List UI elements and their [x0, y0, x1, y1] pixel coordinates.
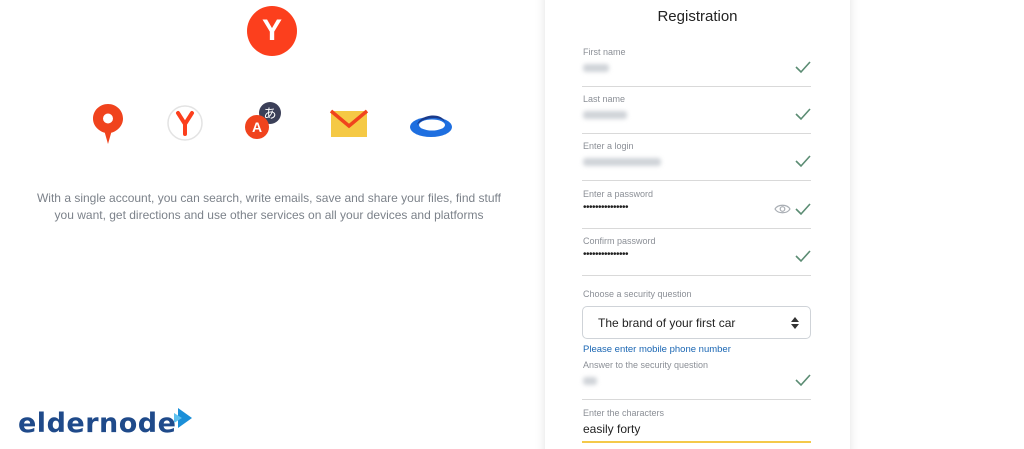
check-icon — [795, 203, 811, 216]
eldernode-arrow-icon — [174, 408, 193, 428]
confirm-password-field[interactable]: Confirm password ••••••••••••••• — [582, 236, 811, 276]
login-label: Enter a login — [583, 141, 634, 151]
login-field[interactable]: Enter a login — [582, 141, 811, 181]
check-icon — [795, 108, 811, 121]
check-icon — [795, 61, 811, 74]
translate-icon: あ A — [245, 102, 281, 139]
mail-icon — [329, 109, 369, 137]
eldernode-watermark: eldernode — [18, 406, 198, 440]
security-answer-value-blurred — [583, 377, 597, 385]
registration-page: Y あ A With a single account, you can sea… — [0, 0, 1024, 449]
check-icon — [795, 155, 811, 168]
yandex-browser-icon — [167, 105, 203, 141]
security-question-label: Choose a security question — [583, 289, 692, 299]
security-answer-field[interactable]: Answer to the security question — [582, 360, 811, 400]
last-name-field[interactable]: Last name — [582, 94, 811, 134]
last-name-label: Last name — [583, 94, 626, 104]
registration-card: Registration First name Last name Enter … — [545, 0, 850, 449]
password-value: ••••••••••••••• — [583, 202, 629, 213]
check-icon — [795, 374, 811, 387]
last-name-value-blurred — [583, 111, 627, 119]
captcha-field[interactable]: Enter the characters easily forty — [582, 408, 811, 443]
first-name-field[interactable]: First name — [582, 47, 811, 87]
security-answer-label: Answer to the security question — [583, 360, 709, 370]
captcha-value: easily forty — [583, 422, 641, 436]
svg-text:A: A — [252, 119, 262, 135]
select-updown-icon — [791, 317, 799, 329]
yandex-logo-letter: Y — [261, 14, 282, 47]
confirm-password-label: Confirm password — [583, 236, 656, 246]
registration-title: Registration — [657, 8, 738, 25]
security-question-value: The brand of your first car — [598, 316, 736, 330]
login-value-blurred — [583, 158, 661, 166]
first-name-label: First name — [583, 47, 626, 57]
services-row: あ A — [0, 100, 500, 146]
captcha-label: Enter the characters — [583, 408, 665, 418]
show-password-eye-icon[interactable] — [774, 203, 791, 215]
maps-pin-icon — [93, 104, 123, 144]
enter-phone-link[interactable]: Please enter mobile phone number — [583, 344, 731, 355]
password-label: Enter a password — [583, 189, 654, 199]
confirm-password-value: ••••••••••••••• — [583, 249, 629, 260]
eldernode-logo-text: eldernode — [18, 407, 177, 439]
security-question-select[interactable]: The brand of your first car — [582, 306, 811, 339]
promo-description: With a single account, you can search, w… — [36, 191, 501, 222]
yandex-logo: Y — [247, 6, 297, 56]
password-field[interactable]: Enter a password ••••••••••••••• — [582, 189, 811, 229]
first-name-value-blurred — [583, 64, 609, 72]
disk-icon — [410, 115, 452, 137]
check-icon — [795, 250, 811, 263]
